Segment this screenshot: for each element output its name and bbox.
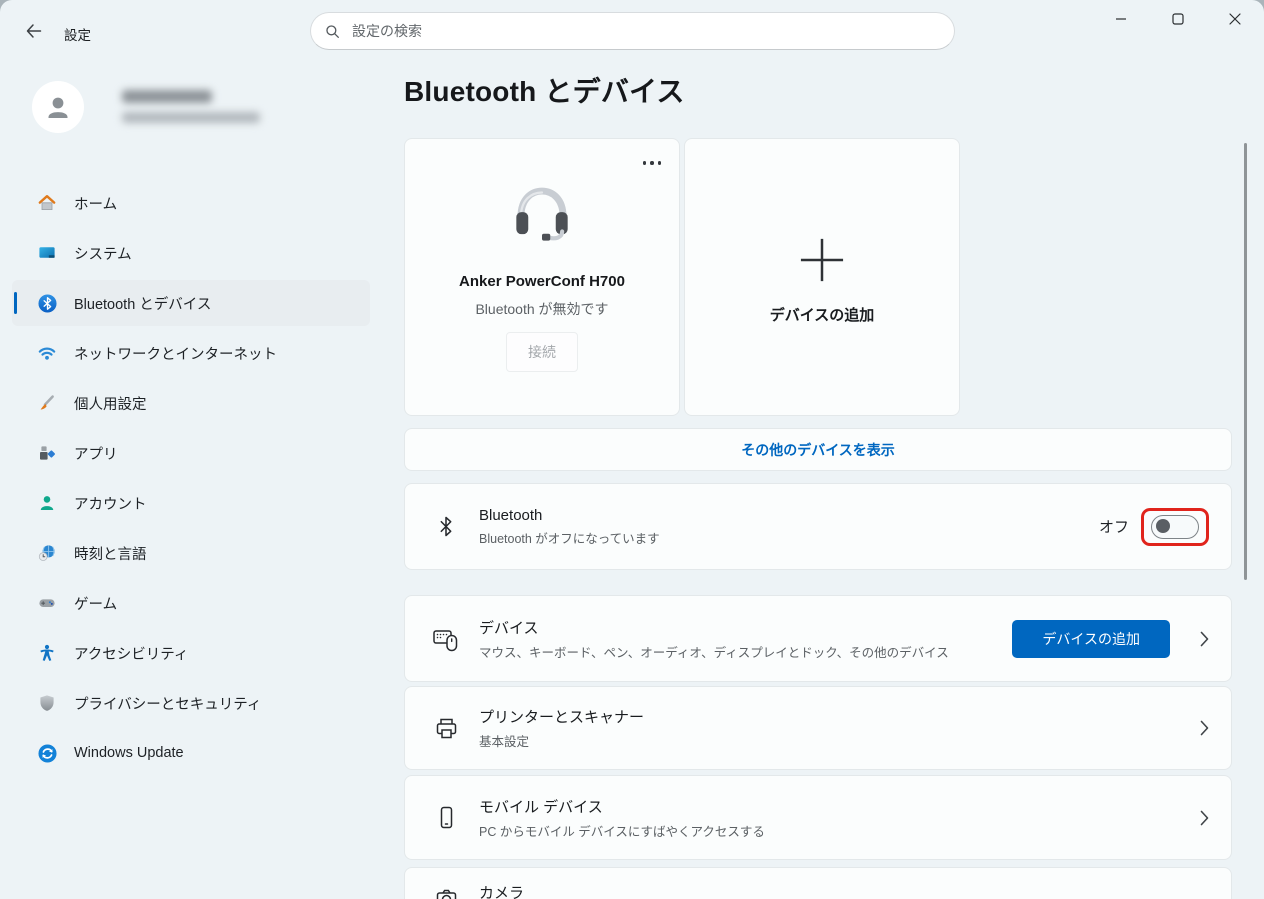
- back-arrow-icon: [26, 24, 41, 38]
- search-input[interactable]: [350, 22, 940, 40]
- sidebar-item-home[interactable]: ホーム: [12, 180, 370, 226]
- privacy-icon: [36, 693, 58, 713]
- sidebar-item-label: Windows Update: [74, 745, 184, 761]
- mobile-row-subtitle: PC からモバイル デバイスにすばやくアクセスする: [479, 824, 765, 839]
- sidebar-item-system[interactable]: システム: [12, 230, 370, 276]
- mobile-row-title: モバイル デバイス: [479, 798, 603, 816]
- sidebar-item-label: アカウント: [74, 496, 147, 513]
- printer-icon: [429, 715, 463, 742]
- sidebar-item-windows-update[interactable]: Windows Update: [12, 730, 370, 776]
- window-controls: [1092, 0, 1263, 38]
- selected-accent-bar: [14, 292, 17, 314]
- minimize-button[interactable]: [1092, 0, 1149, 38]
- chevron-right-icon: [1200, 631, 1209, 647]
- minimize-icon: [1115, 18, 1126, 20]
- sidebar-item-label: Bluetooth とデバイス: [74, 296, 212, 313]
- home-icon: [36, 193, 58, 213]
- device-card-anker-powerconf: Anker PowerConf H700 Bluetooth が無効です 接続: [404, 138, 680, 416]
- show-more-devices-button[interactable]: その他のデバイスを表示: [404, 428, 1232, 471]
- sidebar-item-apps[interactable]: アプリ: [12, 430, 370, 476]
- printers-row-title: プリンターとスキャナー: [479, 709, 645, 726]
- network-icon: [36, 343, 58, 363]
- sidebar-item-gaming[interactable]: ゲーム: [12, 580, 370, 626]
- sidebar-item-time-language[interactable]: 時刻と言語: [12, 530, 370, 576]
- scrollbar-thumb[interactable]: [1244, 143, 1247, 580]
- system-icon: [36, 243, 58, 263]
- sidebar-item-label: アプリ: [74, 446, 118, 463]
- sidebar-item-label: ホーム: [74, 196, 118, 213]
- add-device-button[interactable]: デバイスの追加: [1012, 619, 1170, 658]
- search-icon: [326, 24, 339, 38]
- apps-icon: [36, 443, 58, 463]
- device-name: Anker PowerConf H700: [459, 273, 625, 290]
- close-button[interactable]: [1206, 0, 1263, 38]
- back-button[interactable]: [16, 14, 50, 48]
- bluetooth-icon: [36, 293, 58, 313]
- mobile-devices-row[interactable]: モバイル デバイス PC からモバイル デバイスにすばやくアクセスする: [404, 775, 1232, 860]
- bluetooth-row-title: Bluetooth: [479, 506, 543, 524]
- user-name-blurred: [122, 90, 212, 103]
- camera-row-title: カメラ: [479, 885, 525, 899]
- windows-update-icon: [36, 743, 58, 763]
- sidebar-item-accessibility[interactable]: アクセシビリティ: [12, 630, 370, 676]
- maximize-button[interactable]: [1149, 0, 1206, 38]
- sidebar-item-network[interactable]: ネットワークとインターネット: [12, 330, 370, 376]
- search-box[interactable]: [310, 12, 955, 50]
- sidebar-item-personalization[interactable]: 個人用設定: [12, 380, 370, 426]
- headset-icon: [509, 183, 575, 250]
- mobile-phone-icon: [429, 804, 463, 831]
- device-status: Bluetooth が無効です: [475, 301, 609, 317]
- chevron-right-icon: [1200, 720, 1209, 736]
- plus-icon: [799, 237, 845, 288]
- sidebar-item-label: ネットワークとインターネット: [74, 346, 277, 363]
- person-icon: [48, 97, 68, 118]
- sidebar-item-accounts[interactable]: アカウント: [12, 480, 370, 526]
- accounts-icon: [36, 493, 58, 513]
- personalization-icon: [36, 393, 58, 413]
- show-more-devices-label: その他のデバイスを表示: [741, 441, 895, 458]
- chevron-right-icon: [1200, 810, 1209, 826]
- gaming-icon: [36, 593, 58, 613]
- sidebar-item-label: システム: [74, 246, 132, 263]
- camera-icon: [429, 885, 463, 899]
- sidebar-item-label: アクセシビリティ: [74, 646, 189, 663]
- sidebar-item-bluetooth-devices[interactable]: Bluetooth とデバイス: [12, 280, 370, 326]
- devices-row-title: デバイス: [479, 619, 539, 637]
- page-title: Bluetooth とデバイス: [404, 76, 685, 107]
- devices-icon: [429, 625, 463, 653]
- devices-row-subtitle: マウス、キーボード、ペン、オーディオ、ディスプレイとドック、その他のデバイス: [479, 645, 949, 660]
- printers-row-subtitle: 基本設定: [479, 735, 530, 749]
- app-title: 設定: [64, 28, 91, 43]
- sidebar-item-label: 時刻と言語: [74, 546, 147, 563]
- bluetooth-glyph-icon: [429, 513, 463, 540]
- camera-row[interactable]: カメラ: [404, 867, 1232, 899]
- annotation-highlight-box: [1141, 507, 1209, 546]
- bluetooth-toggle-row: Bluetooth Bluetooth がオフになっています オフ: [404, 483, 1232, 570]
- more-options-icon[interactable]: [642, 161, 661, 165]
- connect-button[interactable]: 接続: [506, 332, 578, 372]
- bluetooth-toggle[interactable]: [1151, 514, 1199, 539]
- sidebar-item-privacy[interactable]: プライバシーとセキュリティ: [12, 680, 370, 726]
- close-icon: [1228, 13, 1241, 25]
- accessibility-icon: [36, 643, 58, 663]
- bluetooth-row-subtitle: Bluetooth がオフになっています: [479, 531, 660, 546]
- devices-row[interactable]: デバイス マウス、キーボード、ペン、オーディオ、ディスプレイとドック、その他のデ…: [404, 595, 1232, 682]
- sidebar-item-label: プライバシーとセキュリティ: [74, 696, 262, 713]
- add-device-label: デバイスの追加: [769, 307, 875, 324]
- avatar[interactable]: [32, 81, 84, 133]
- sidebar-nav: ホーム システム Bluetooth とデバイス ネットワークとインターネット …: [12, 180, 370, 780]
- settings-window: 設定 ホーム システム Bluetooth とデバイ: [0, 0, 1264, 899]
- add-device-card[interactable]: デバイスの追加: [684, 138, 960, 416]
- printers-scanners-row[interactable]: プリンターとスキャナー 基本設定: [404, 686, 1232, 770]
- toggle-knob: [1156, 519, 1170, 533]
- maximize-icon: [1171, 13, 1184, 25]
- sidebar-item-label: 個人用設定: [74, 396, 147, 413]
- user-email-blurred: [122, 112, 260, 123]
- time-language-icon: [36, 543, 58, 563]
- sidebar-item-label: ゲーム: [74, 596, 118, 613]
- toggle-state-label: オフ: [1098, 519, 1129, 536]
